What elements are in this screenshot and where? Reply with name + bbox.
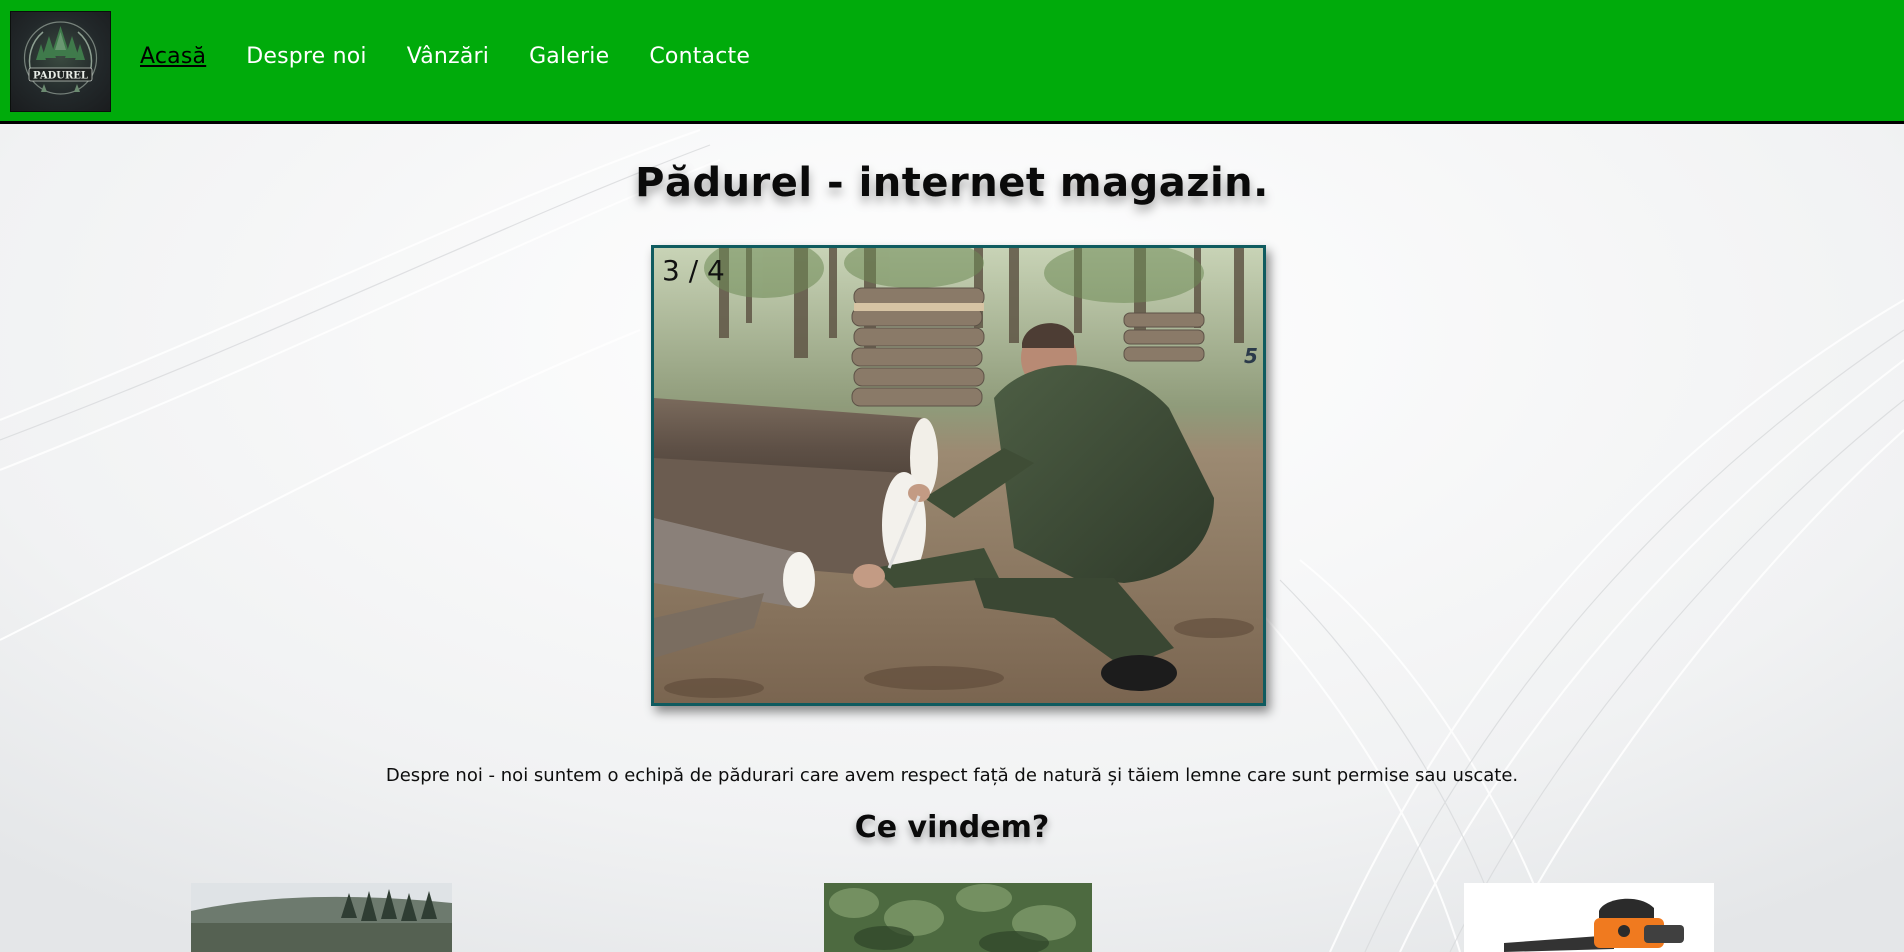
slideshow[interactable]: 5 3 / 4: [651, 245, 1266, 706]
nav-menu: Acasă Despre noi Vânzări Galerie Contact…: [140, 44, 790, 69]
page-title: Pădurel - internet magazin.: [635, 160, 1269, 206]
products-section-title: Ce vindem?: [854, 810, 1050, 845]
tree-marker-number: 5: [1244, 344, 1258, 368]
logo[interactable]: PADUREL: [10, 11, 111, 112]
nav-item-about[interactable]: Despre noi: [246, 44, 367, 69]
product-image-forest: [191, 883, 452, 952]
nav-item-contacts[interactable]: Contacte: [649, 44, 750, 69]
navigation-bar: PADUREL Acasă Despre noi Vânzări Galerie…: [0, 0, 1904, 124]
chainsaw-icon: [1464, 883, 1714, 952]
product-card-chainsaw[interactable]: [1464, 883, 1714, 952]
logo-text: PADUREL: [33, 71, 88, 82]
slide-counter: 3 / 4: [662, 254, 725, 287]
product-image-foliage: [824, 883, 1092, 952]
product-card-firewood[interactable]: [191, 883, 452, 952]
nav-item-sales[interactable]: Vânzări: [407, 44, 489, 69]
product-card-trees[interactable]: [824, 883, 1092, 952]
slideshow-image: 5: [654, 248, 1263, 703]
nav-item-gallery[interactable]: Galerie: [529, 44, 609, 69]
about-text: Despre noi - noi suntem o echipă de pădu…: [385, 765, 1519, 786]
logo-emblem-icon: PADUREL: [23, 21, 98, 95]
nav-item-home[interactable]: Acasă: [140, 44, 206, 69]
